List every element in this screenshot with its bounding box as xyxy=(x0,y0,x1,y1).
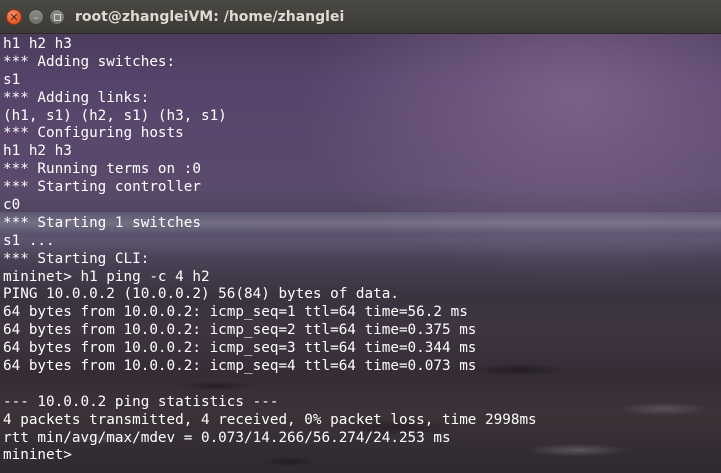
close-icon: ✕ xyxy=(9,10,19,24)
minimize-icon: – xyxy=(33,10,39,24)
minimize-button[interactable]: – xyxy=(28,9,44,25)
terminal-line: PING 10.0.0.2 (10.0.0.2) 56(84) bytes of… xyxy=(3,286,399,303)
maximize-button[interactable] xyxy=(49,9,65,25)
terminal-line: s1 xyxy=(3,71,21,88)
terminal-line: h1 h2 h3 xyxy=(3,143,72,160)
terminal-line: rtt min/avg/max/mdev = 0.073/14.266/56.2… xyxy=(3,429,451,446)
maximize-icon xyxy=(53,13,61,21)
terminal-line: *** Starting 1 switches xyxy=(3,214,201,231)
terminal-line: *** Adding switches: xyxy=(3,53,176,70)
title-bar[interactable]: ✕ – root@zhangleiVM: /home/zhanglei xyxy=(0,0,721,34)
terminal-line: 64 bytes from 10.0.0.2: icmp_seq=1 ttl=6… xyxy=(3,304,468,321)
terminal-prompt-line[interactable]: mininet> xyxy=(3,447,537,465)
terminal-line: *** Starting controller xyxy=(3,179,201,196)
terminal-line: *** Adding links: xyxy=(3,89,150,106)
terminal-line: 64 bytes from 10.0.0.2: icmp_seq=3 ttl=6… xyxy=(3,340,477,357)
terminal-line: c0 xyxy=(3,197,21,214)
terminal-line: s1 ... xyxy=(3,232,55,249)
terminal-line: *** Running terms on :0 xyxy=(3,161,201,178)
terminal-line: (h1, s1) (h2, s1) (h3, s1) xyxy=(3,107,227,124)
terminal-line: 64 bytes from 10.0.0.2: icmp_seq=4 ttl=6… xyxy=(3,358,477,375)
terminal-line: --- 10.0.0.2 ping statistics --- xyxy=(3,393,279,410)
terminal-line: h1 h2 h3 xyxy=(3,36,72,52)
close-button[interactable]: ✕ xyxy=(6,9,22,25)
terminal-line: mininet> h1 ping -c 4 h2 xyxy=(3,268,210,285)
window-title: root@zhangleiVM: /home/zhanglei xyxy=(75,9,345,25)
terminal-line: *** Configuring hosts xyxy=(3,125,184,142)
terminal-window: ✕ – root@zhangleiVM: /home/zhanglei h1 h… xyxy=(0,0,721,473)
terminal-line: 64 bytes from 10.0.0.2: icmp_seq=2 ttl=6… xyxy=(3,322,477,339)
terminal-output[interactable]: h1 h2 h3 *** Adding switches: s1 *** Adding… xyxy=(3,36,537,465)
terminal-line: 4 packets transmitted, 4 received, 0% pa… xyxy=(3,411,537,428)
terminal-line: *** Starting CLI: xyxy=(3,250,150,267)
terminal-area[interactable]: h1 h2 h3 *** Adding switches: s1 *** Adding… xyxy=(0,34,721,473)
